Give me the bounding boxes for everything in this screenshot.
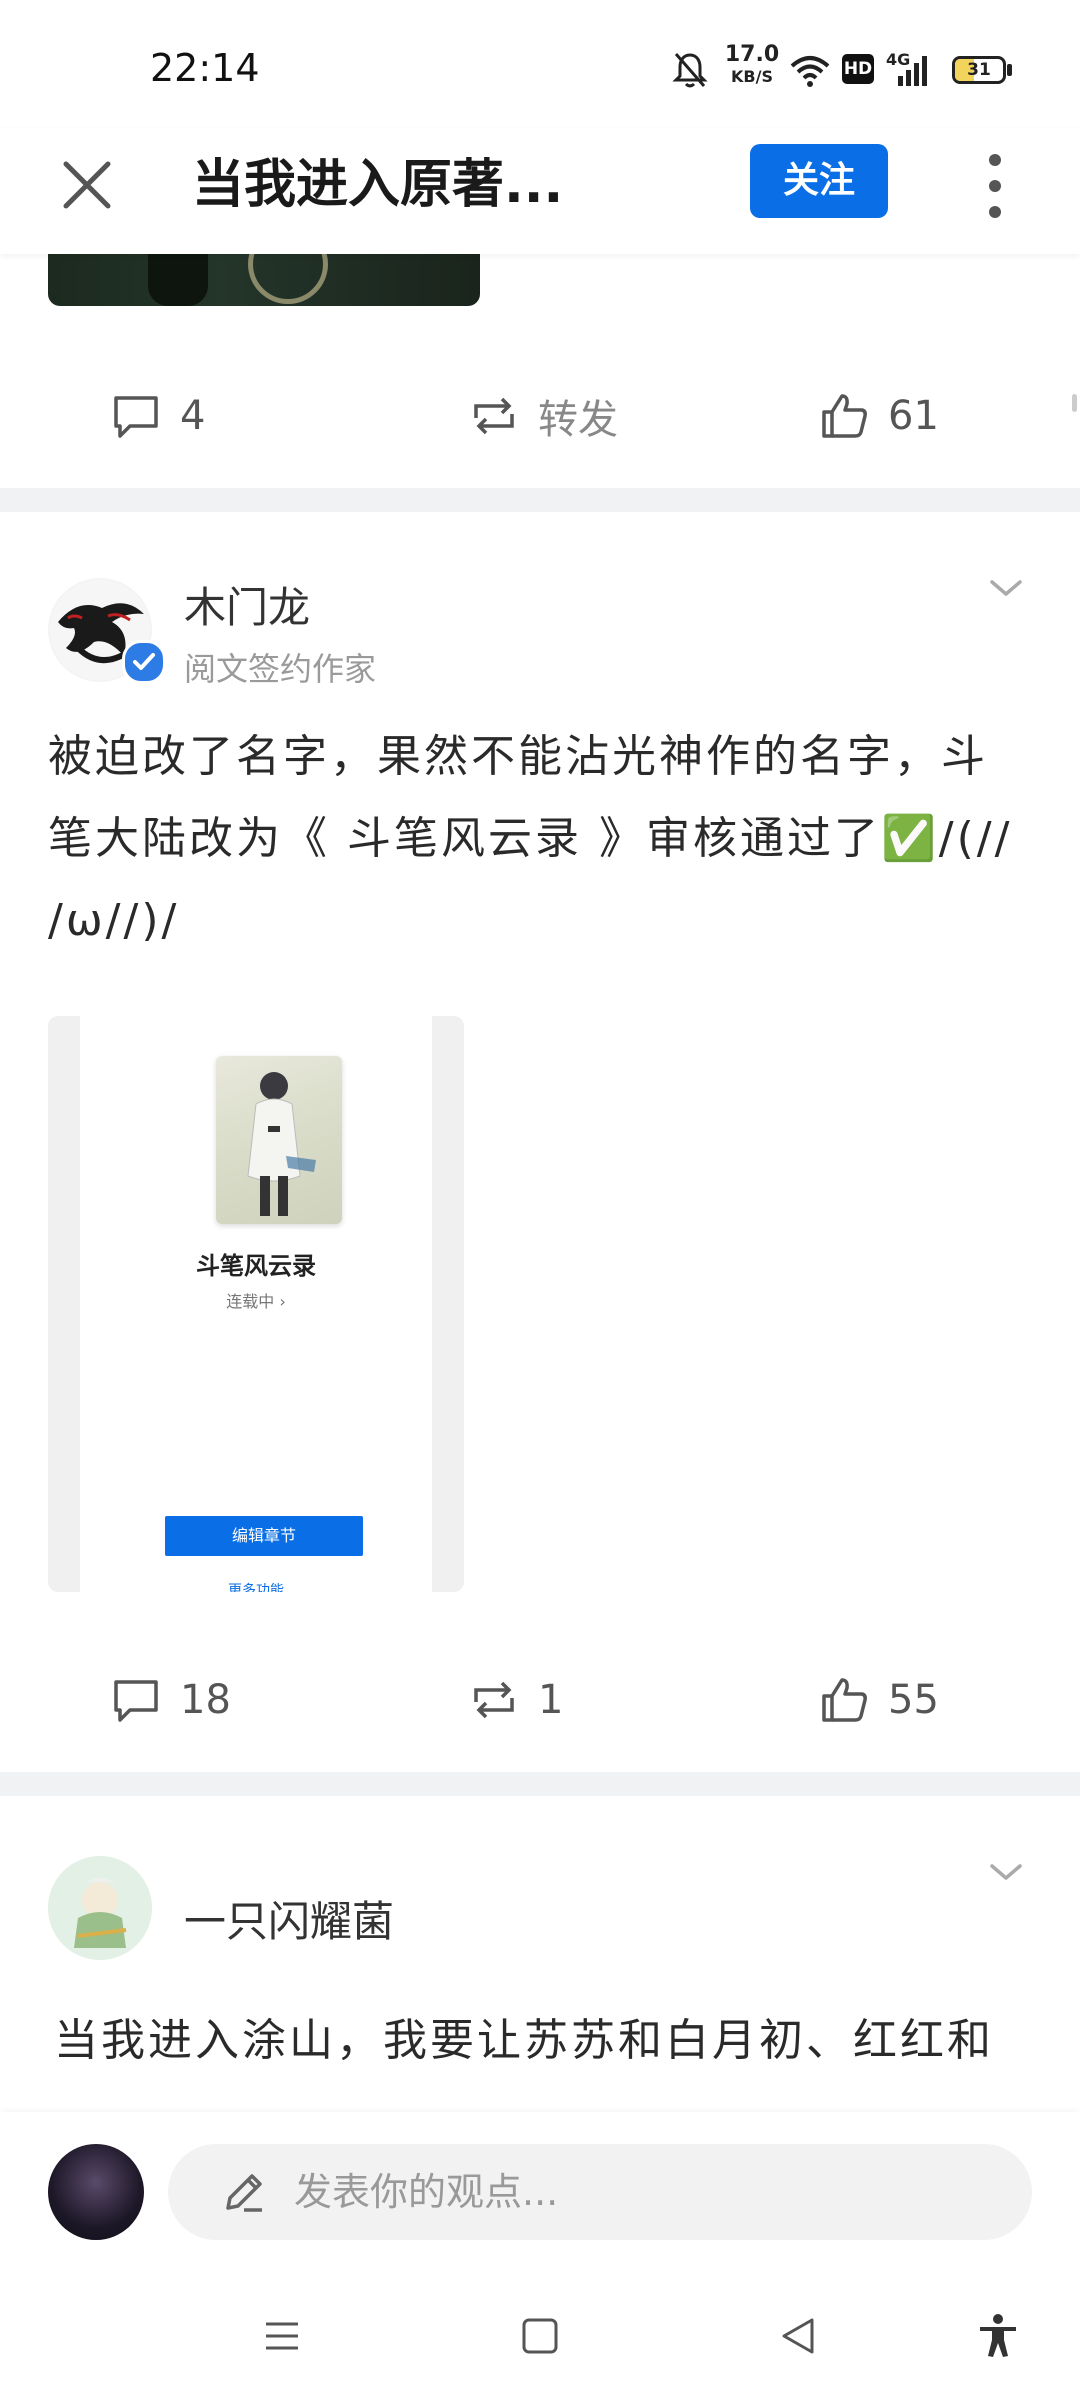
thumbs-up-icon <box>822 394 867 438</box>
chevron-down-icon[interactable] <box>986 1856 1026 1886</box>
author-name[interactable]: 木门龙 <box>184 574 310 635</box>
author-name[interactable]: 一只闪耀菌 <box>184 1888 394 1949</box>
comment-icon <box>114 396 158 438</box>
post-line: /ω//)/ <box>48 895 180 946</box>
chevron-down-icon[interactable] <box>986 572 1026 602</box>
like-count: 55 <box>888 1677 939 1723</box>
home-icon[interactable] <box>516 2312 564 2360</box>
repost-label: 转发 <box>538 397 618 443</box>
repost-button[interactable]: 转发 <box>468 376 618 456</box>
user-avatar[interactable] <box>48 2144 144 2240</box>
post-divider <box>0 1772 1080 1796</box>
signal-icon <box>898 56 927 86</box>
repost-icon <box>474 1681 514 1719</box>
book-status: 连载中 › <box>226 1292 286 1311</box>
previous-post-image[interactable] <box>48 254 480 306</box>
repost-count: 1 <box>538 1677 564 1723</box>
comment-placeholder: 发表你的观点... <box>294 2170 559 2214</box>
follow-button[interactable]: 关注 <box>750 144 888 218</box>
battery-tip <box>1007 64 1012 76</box>
post-body: 被迫改了名字，果然不能沾光神作的名字，斗 笔大陆改为《 斗笔风云录 》审核通过了… <box>48 716 1048 962</box>
hd-icon: HD <box>842 54 874 84</box>
accessibility-icon[interactable] <box>974 2312 1022 2360</box>
like-button[interactable]: 61 <box>818 376 939 456</box>
post-image[interactable]: 斗笔风云录 连载中 › 编辑章节 更多功能 <box>48 1016 464 1592</box>
pencil-icon <box>226 2174 262 2212</box>
more-functions-label: 更多功能 <box>228 1583 284 1592</box>
wifi-icon <box>790 56 830 87</box>
book-title: 斗笔风云录 <box>196 1252 316 1280</box>
comment-bar: 发表你的观点... <box>0 2112 1080 2282</box>
status-time: 22:14 <box>150 46 260 90</box>
top-header: 当我进入原著... 关注 <box>0 128 1080 254</box>
post-line: 当我进入涂山，我要让苏苏和白月初、红红和 <box>54 2015 994 2066</box>
net-speed: 17.0 KB/S <box>724 42 780 87</box>
comment-input[interactable]: 发表你的观点... <box>168 2144 1032 2240</box>
repost-icon <box>474 397 514 435</box>
comment-icon <box>114 1680 158 1722</box>
page-title: 当我进入原著... <box>192 155 564 215</box>
post-actions: 4 转发 61 <box>0 376 1080 456</box>
battery-icon: 31 <box>952 56 1006 84</box>
edit-chapter-button: 编辑章节 <box>165 1516 363 1556</box>
post-line: 笔大陆改为《 斗笔风云录 》审核通过了✅/(// <box>48 813 1013 864</box>
mute-bell-icon <box>672 53 708 88</box>
status-bar: 22:14 17.0 KB/S HD 4G 31 <box>0 0 1080 128</box>
close-icon[interactable] <box>52 150 122 220</box>
author-avatar[interactable] <box>48 1856 152 1960</box>
like-count: 61 <box>888 393 939 439</box>
repost-button[interactable]: 1 <box>468 1660 563 1740</box>
post-divider <box>0 488 1080 512</box>
comment-button[interactable]: 4 <box>110 376 205 456</box>
post-line: 被迫改了名字，果然不能沾光神作的名字，斗 <box>48 731 988 782</box>
verified-badge-icon <box>122 640 166 684</box>
comment-count: 18 <box>180 1677 231 1723</box>
menu-icon[interactable] <box>258 2312 306 2360</box>
scrollbar[interactable] <box>1072 394 1077 412</box>
more-options-icon[interactable] <box>975 146 1015 226</box>
system-nav-bar <box>0 2282 1080 2400</box>
author-title: 阅文签约作家 <box>184 650 377 688</box>
thumbs-up-icon <box>822 1678 867 1722</box>
post-actions: 18 1 55 <box>0 1660 1080 1740</box>
back-icon[interactable] <box>774 2312 822 2360</box>
post-body: 当我进入涂山，我要让苏苏和白月初、红红和 <box>54 2000 1054 2082</box>
comment-button[interactable]: 18 <box>110 1660 231 1740</box>
comment-count: 4 <box>180 393 206 439</box>
like-button[interactable]: 55 <box>818 1660 939 1740</box>
book-cover-image <box>216 1056 342 1224</box>
